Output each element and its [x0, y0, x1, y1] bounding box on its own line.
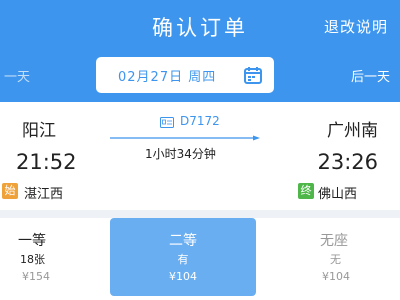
terminal-station-badge: 终	[298, 183, 314, 199]
trip-duration: 1小时34分钟	[145, 147, 216, 161]
arrival-city: 广州南	[327, 121, 378, 141]
route-arrow-icon	[110, 135, 260, 141]
seat-availability: 无	[330, 253, 341, 266]
trip-info-panel: 阳江 D7172 1小时34分钟 广州南 21:52 23:26 始 湛江西 终…	[0, 102, 400, 210]
departure-time: 21:52	[16, 150, 77, 174]
previous-day-button[interactable]: 一天	[4, 66, 30, 85]
refund-policy-link[interactable]: 退改说明	[324, 16, 388, 37]
train-number[interactable]: D7172	[180, 114, 220, 128]
seat-options: 一等 18张 ¥154 二等 有 ¥104 无座 无 ¥104	[0, 218, 400, 300]
calendar-icon	[244, 67, 262, 84]
seat-availability: 18张	[20, 253, 45, 266]
departure-station: 湛江西	[24, 187, 64, 202]
seat-option-no-seat[interactable]: 无座 无 ¥104	[260, 218, 400, 296]
seat-option-second-class[interactable]: 二等 有 ¥104	[110, 218, 256, 296]
next-day-button[interactable]: 后一天	[351, 66, 390, 85]
date-selector[interactable]: 02月27日 周四	[96, 57, 274, 93]
seat-price: ¥154	[22, 270, 50, 283]
origin-station-badge: 始	[2, 183, 18, 199]
arrival-time: 23:26	[317, 150, 378, 174]
departure-city: 阳江	[22, 121, 56, 141]
seat-availability: 有	[177, 253, 189, 266]
arrival-station: 佛山西	[318, 187, 358, 202]
train-id-icon	[160, 117, 174, 128]
header-bar: 确认订单 退改说明 一天 02月27日 周四 后一天	[0, 0, 400, 102]
seat-option-first-class[interactable]: 一等 18张 ¥154	[0, 218, 110, 296]
seat-price: ¥104	[322, 270, 350, 283]
section-divider	[0, 210, 400, 218]
seat-class-name: 二等	[169, 233, 197, 249]
seat-class-name: 一等	[18, 233, 46, 249]
seat-price: ¥104	[169, 270, 197, 283]
date-label: 02月27日 周四	[118, 70, 217, 85]
seat-class-name: 无座	[320, 233, 348, 249]
